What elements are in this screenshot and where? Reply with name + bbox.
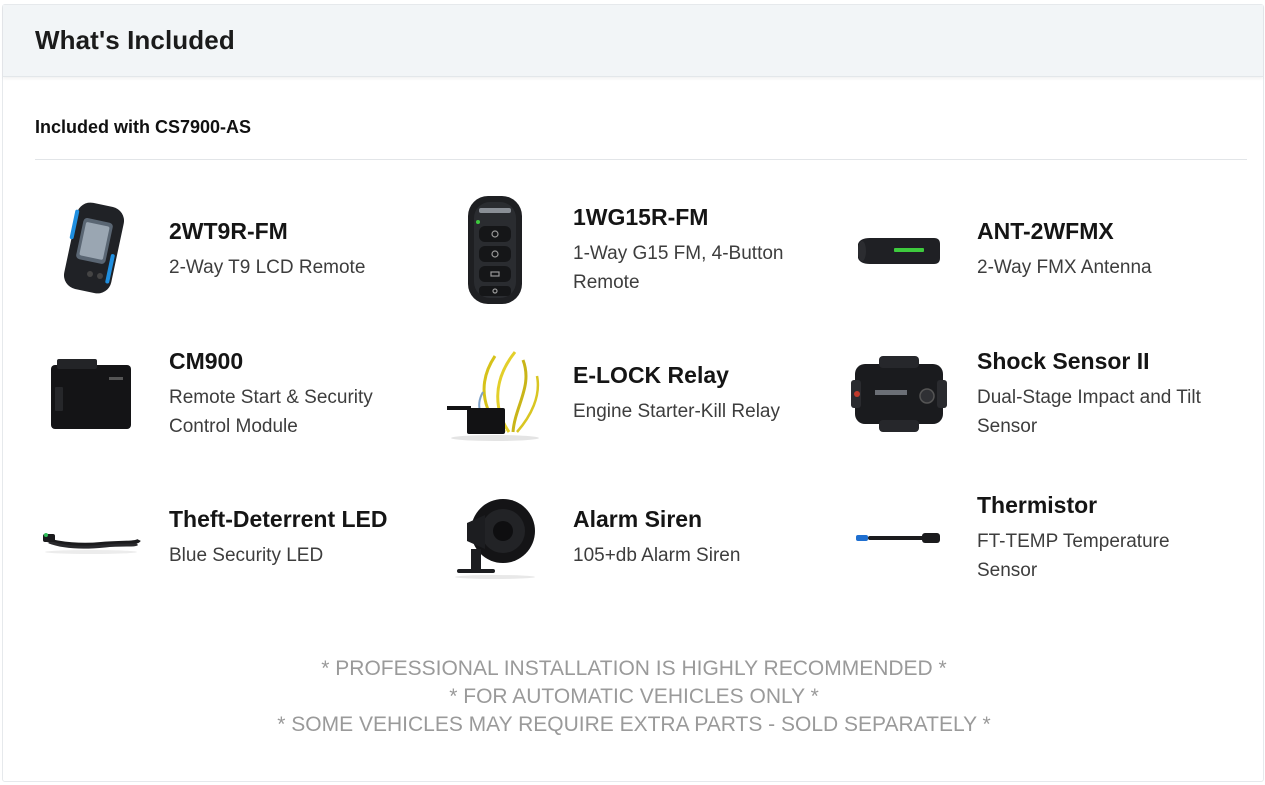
item-description: Dual-Stage Impact and Tilt Sensor <box>977 386 1201 437</box>
item-description: 2-Way FMX Antenna <box>977 257 1152 278</box>
item-name: Thermistor <box>977 491 1098 518</box>
item-description: Remote Start & Security Control Module <box>169 386 373 437</box>
installation-notes: * PROFESSIONAL INSTALLATION IS HIGHLY RE… <box>3 655 1265 739</box>
included-item: E-LOCK Relay Engine Starter-Kill Relay <box>439 325 843 463</box>
section-title: What's Included <box>35 25 235 55</box>
note-line: * SOME VEHICLES MAY REQUIRE EXTRA PARTS … <box>277 713 991 736</box>
included-item: Thermistor FT-TEMP Temperature Sensor <box>843 463 1247 613</box>
item-name: CM900 <box>169 347 244 374</box>
included-item: Shock Sensor II Dual-Stage Impact and Ti… <box>843 325 1247 463</box>
included-item: 2WT9R-FM 2-Way T9 LCD Remote <box>35 175 439 325</box>
divider <box>35 159 1247 160</box>
kit-subtitle: Included with CS7900-AS <box>35 117 252 137</box>
antenna-icon <box>843 194 955 306</box>
included-item: CM900 Remote Start & Security Control Mo… <box>35 325 439 463</box>
item-name: 1WG15R-FM <box>573 203 709 230</box>
four-button-remote-icon <box>439 194 551 306</box>
thermistor-icon <box>843 482 955 594</box>
section-header[interactable]: What's Included <box>3 5 1263 77</box>
item-name: Theft-Deterrent LED <box>169 506 388 532</box>
included-item: ANT-2WFMX 2-Way FMX Antenna <box>843 175 1247 325</box>
item-name: ANT-2WFMX <box>977 218 1114 244</box>
lcd-remote-icon <box>35 194 147 306</box>
note-line: * FOR AUTOMATIC VEHICLES ONLY * <box>449 685 819 708</box>
siren-icon <box>439 482 551 594</box>
led-icon <box>35 482 147 594</box>
item-name: E-LOCK Relay <box>573 362 729 388</box>
item-name: Alarm Siren <box>573 506 703 532</box>
item-name: 2WT9R-FM <box>169 218 288 244</box>
control-module-icon <box>35 338 147 450</box>
item-description: 1-Way G15 FM, 4-Button Remote <box>573 242 784 293</box>
item-description: 105+db Alarm Siren <box>573 545 741 566</box>
shock-sensor-icon <box>843 338 955 450</box>
included-item: Alarm Siren 105+db Alarm Siren <box>439 463 843 613</box>
item-description: Engine Starter-Kill Relay <box>573 401 780 422</box>
item-name: Shock Sensor II <box>977 347 1150 374</box>
included-items-grid: 2WT9R-FM 2-Way T9 LCD Remote 1WG15R-FM 1… <box>35 175 1247 613</box>
whats-included-panel: What's Included Included with CS7900-AS … <box>2 4 1264 782</box>
included-item: 1WG15R-FM 1-Way G15 FM, 4-Button Remote <box>439 175 843 325</box>
item-description: 2-Way T9 LCD Remote <box>169 257 366 278</box>
relay-icon <box>439 338 551 450</box>
item-description: FT-TEMP Temperature Sensor <box>977 530 1170 581</box>
note-line: * PROFESSIONAL INSTALLATION IS HIGHLY RE… <box>321 657 947 680</box>
included-item: Theft-Deterrent LED Blue Security LED <box>35 463 439 613</box>
item-description: Blue Security LED <box>169 545 324 566</box>
